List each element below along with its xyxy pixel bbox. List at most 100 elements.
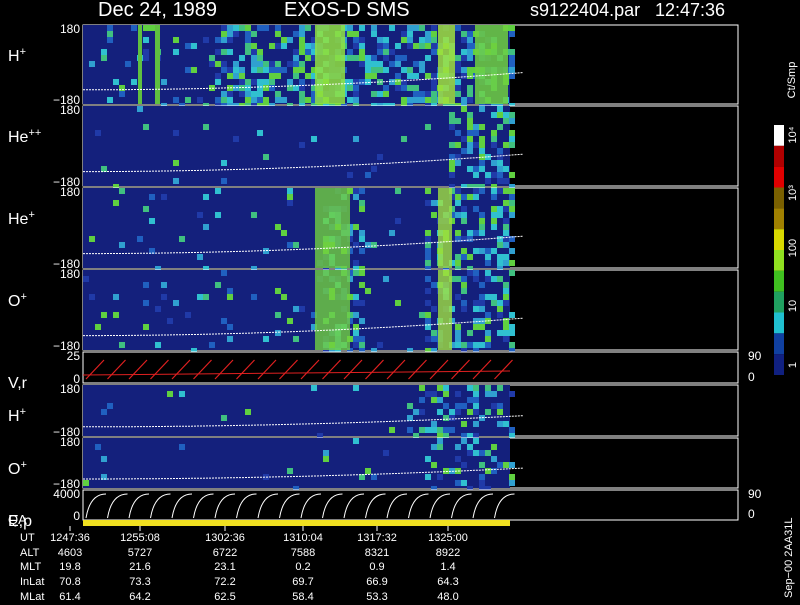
orbit-value: 62.5: [214, 591, 235, 600]
spectro-cell: [485, 276, 491, 282]
spectro-cell: [443, 468, 449, 474]
spectro-cell: [395, 218, 401, 224]
spectro-cell: [287, 61, 293, 67]
spectro-cell: [413, 61, 419, 67]
spectro-cell: [443, 385, 449, 391]
spectro-cell: [437, 427, 443, 433]
spectro-cell: [251, 61, 257, 67]
spectro-cell: [143, 324, 149, 330]
spectro-cell: [431, 462, 437, 468]
spectro-cell: [305, 97, 311, 103]
spectro-cell: [509, 462, 515, 468]
spectro-cell: [137, 106, 143, 112]
spectro-cell: [455, 324, 461, 330]
spectro-cell: [353, 224, 359, 230]
spectro-cell: [395, 300, 401, 306]
spectro-cell: [293, 55, 299, 61]
spectro-cell: [419, 397, 425, 403]
colorbar-segment: [774, 270, 784, 292]
panel-h-plus-1: H+180−180: [8, 22, 739, 109]
spectro-cell: [509, 206, 515, 212]
spectro-cell: [197, 294, 203, 300]
spectro-cell: [503, 224, 509, 230]
spectro-cell: [497, 212, 503, 218]
spectro-cell: [299, 67, 305, 73]
spectro-cell: [353, 136, 359, 142]
spectro-cell: [221, 178, 227, 184]
spectro-cell: [257, 49, 263, 55]
spectro-cell: [281, 37, 287, 43]
spectro-cell: [503, 206, 509, 212]
spectro-cell: [353, 300, 359, 306]
spectro-cell: [473, 306, 479, 312]
spectro-cell: [479, 230, 485, 236]
spectro-cell: [467, 43, 473, 49]
intensity-band: [438, 188, 452, 268]
spectro-cell: [383, 55, 389, 61]
spectro-cell: [461, 342, 467, 348]
spectro-cell: [503, 200, 509, 206]
spectro-cell: [461, 276, 467, 282]
spectro-cell: [449, 409, 455, 415]
spectro-cell: [473, 206, 479, 212]
spectro-cell: [227, 67, 233, 73]
orbit-table: UT ALT MLT InLat MLat 1247:36 4603 19.8 70.8 61.4…: [20, 526, 468, 603]
spectro-cell: [215, 282, 221, 288]
panel-label-sup: +: [20, 459, 26, 471]
intensity-band: [315, 188, 350, 268]
spectro-cell: [299, 91, 305, 97]
spectro-cell: [305, 73, 311, 79]
spectro-cell: [389, 427, 395, 433]
spectro-cell: [353, 438, 359, 444]
spectro-cell: [509, 49, 515, 55]
spectro-cell: [353, 91, 359, 97]
spectro-cell: [251, 294, 257, 300]
spectro-cell: [293, 73, 299, 79]
spectro-cell: [467, 409, 473, 415]
spectro-cell: [251, 97, 257, 103]
spectro-cell: [425, 318, 431, 324]
orbit-value: 1255:08: [120, 532, 160, 544]
spectro-cell: [383, 49, 389, 55]
spectro-cell: [143, 25, 149, 31]
spectro-cell: [149, 218, 155, 224]
spectro-cell: [455, 91, 461, 97]
spectro-cell: [425, 260, 431, 266]
spectro-cell: [299, 306, 305, 312]
spectro-cell: [461, 212, 467, 218]
spectro-cell: [287, 242, 293, 248]
spectro-cell: [473, 248, 479, 254]
spectro-cell: [461, 49, 467, 55]
spectro-cell: [425, 73, 431, 79]
spectro-cell: [83, 276, 89, 282]
spectro-cell: [497, 330, 503, 336]
spectro-cell: [359, 55, 365, 61]
spectro-cell: [257, 97, 263, 103]
spectro-cell: [491, 130, 497, 136]
spectro-cell: [173, 300, 179, 306]
spectro-cell: [401, 67, 407, 73]
spectro-cell: [485, 450, 491, 456]
spectro-cell: [401, 31, 407, 37]
spectro-cell: [503, 330, 509, 336]
spectro-cell: [443, 427, 449, 433]
spectro-cell: [227, 37, 233, 43]
spectro-cell: [371, 242, 377, 248]
spectro-cell: [383, 276, 389, 282]
spectro-cell: [419, 312, 425, 318]
spectro-cell: [419, 91, 425, 97]
spectro-cell: [473, 166, 479, 172]
spectro-cell: [377, 91, 383, 97]
colorbar-segment: [774, 166, 784, 188]
spectro-cell: [275, 61, 281, 67]
spectro-cell: [461, 306, 467, 312]
spectro-cell: [455, 456, 461, 462]
spectro-cell: [473, 409, 479, 415]
spectro-cell: [413, 43, 419, 49]
intensity-band: [315, 270, 350, 350]
spectro-cell: [269, 73, 275, 79]
spectro-cell: [455, 160, 461, 166]
spectro-cell: [395, 43, 401, 49]
spectro-cell: [485, 254, 491, 260]
spectro-cell: [245, 25, 251, 31]
